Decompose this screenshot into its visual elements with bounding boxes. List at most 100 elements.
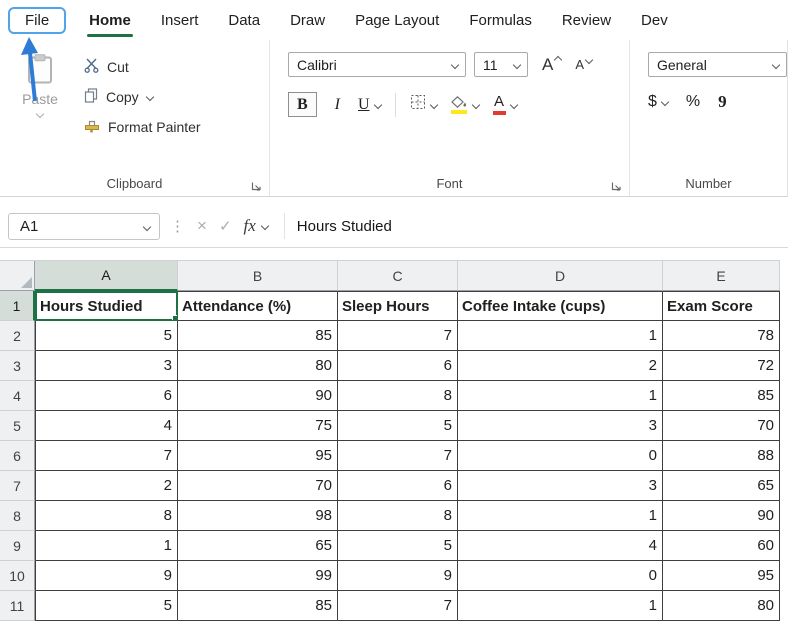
cell-D9[interactable]: 4 bbox=[458, 531, 663, 561]
row-header-11[interactable]: 11 bbox=[0, 591, 35, 621]
decrease-font-size-button[interactable]: A bbox=[575, 56, 592, 74]
cell-A9[interactable]: 1 bbox=[35, 531, 178, 561]
cell-D4[interactable]: 1 bbox=[458, 381, 663, 411]
cell-C4[interactable]: 8 bbox=[338, 381, 458, 411]
row-header-3[interactable]: 3 bbox=[0, 351, 35, 381]
cell-A3[interactable]: 3 bbox=[35, 351, 178, 381]
cell-B7[interactable]: 70 bbox=[178, 471, 338, 501]
cell-B3[interactable]: 80 bbox=[178, 351, 338, 381]
formula-bar-input[interactable]: Hours Studied bbox=[297, 218, 392, 235]
paste-dropdown-chevron-icon[interactable] bbox=[36, 110, 44, 118]
underline-button[interactable]: U bbox=[358, 96, 381, 114]
cell-D10[interactable]: 0 bbox=[458, 561, 663, 591]
comma-style-icon[interactable]: 9 bbox=[718, 92, 727, 112]
cell-D5[interactable]: 3 bbox=[458, 411, 663, 441]
cell-D3[interactable]: 2 bbox=[458, 351, 663, 381]
cell-A4[interactable]: 6 bbox=[35, 381, 178, 411]
cell-C11[interactable]: 7 bbox=[338, 591, 458, 621]
cell-E7[interactable]: 65 bbox=[663, 471, 780, 501]
tab-draw[interactable]: Draw bbox=[277, 7, 338, 34]
cell-A11[interactable]: 5 bbox=[35, 591, 178, 621]
cell-D2[interactable]: 1 bbox=[458, 321, 663, 351]
cell-C5[interactable]: 5 bbox=[338, 411, 458, 441]
cell-A5[interactable]: 4 bbox=[35, 411, 178, 441]
cell-E2[interactable]: 78 bbox=[663, 321, 780, 351]
cell-D7[interactable]: 3 bbox=[458, 471, 663, 501]
borders-button[interactable] bbox=[410, 94, 437, 115]
tab-home[interactable]: Home bbox=[76, 7, 144, 34]
cell-B8[interactable]: 98 bbox=[178, 501, 338, 531]
cell-B11[interactable]: 85 bbox=[178, 591, 338, 621]
tab-insert[interactable]: Insert bbox=[148, 7, 212, 34]
cell-A10[interactable]: 9 bbox=[35, 561, 178, 591]
increase-font-size-button[interactable]: A bbox=[542, 56, 561, 74]
number-format-combobox[interactable]: General bbox=[648, 52, 787, 77]
font-dialog-launcher[interactable] bbox=[611, 179, 623, 191]
cell-E1[interactable]: Exam Score bbox=[663, 291, 780, 321]
cell-E10[interactable]: 95 bbox=[663, 561, 780, 591]
cell-B5[interactable]: 75 bbox=[178, 411, 338, 441]
cell-C3[interactable]: 6 bbox=[338, 351, 458, 381]
bold-button[interactable]: B bbox=[288, 92, 317, 117]
cell-B6[interactable]: 95 bbox=[178, 441, 338, 471]
cell-B10[interactable]: 99 bbox=[178, 561, 338, 591]
row-header-8[interactable]: 8 bbox=[0, 501, 35, 531]
tab-review[interactable]: Review bbox=[549, 7, 624, 34]
cell-E3[interactable]: 72 bbox=[663, 351, 780, 381]
percent-style-button[interactable]: % bbox=[686, 93, 700, 111]
paste-button[interactable]: Paste bbox=[8, 48, 72, 136]
name-box[interactable]: A1 bbox=[8, 213, 160, 240]
tab-file[interactable]: File bbox=[8, 7, 66, 34]
cell-E5[interactable]: 70 bbox=[663, 411, 780, 441]
fill-color-button[interactable] bbox=[451, 96, 479, 114]
copy-dropdown-chevron-icon[interactable] bbox=[145, 93, 153, 101]
italic-button[interactable]: I bbox=[331, 96, 344, 114]
cell-C10[interactable]: 9 bbox=[338, 561, 458, 591]
cell-D8[interactable]: 1 bbox=[458, 501, 663, 531]
cell-A7[interactable]: 2 bbox=[35, 471, 178, 501]
row-header-4[interactable]: 4 bbox=[0, 381, 35, 411]
column-header-D[interactable]: D bbox=[458, 261, 663, 291]
cell-A6[interactable]: 7 bbox=[35, 441, 178, 471]
cell-B4[interactable]: 90 bbox=[178, 381, 338, 411]
cell-C9[interactable]: 5 bbox=[338, 531, 458, 561]
cell-D1[interactable]: Coffee Intake (cups) bbox=[458, 291, 663, 321]
tab-formulas[interactable]: Formulas bbox=[456, 7, 545, 34]
row-header-5[interactable]: 5 bbox=[0, 411, 35, 441]
tab-page-layout[interactable]: Page Layout bbox=[342, 7, 452, 34]
cell-C2[interactable]: 7 bbox=[338, 321, 458, 351]
cell-A8[interactable]: 8 bbox=[35, 501, 178, 531]
select-all-corner[interactable] bbox=[0, 261, 35, 291]
font-color-button[interactable]: A bbox=[493, 95, 517, 115]
cell-A1[interactable]: Hours Studied bbox=[35, 291, 178, 321]
tab-data[interactable]: Data bbox=[215, 7, 273, 34]
enter-icon[interactable]: ✓ bbox=[213, 217, 238, 235]
cell-C7[interactable]: 6 bbox=[338, 471, 458, 501]
cell-D11[interactable]: 1 bbox=[458, 591, 663, 621]
cell-C6[interactable]: 7 bbox=[338, 441, 458, 471]
row-header-10[interactable]: 10 bbox=[0, 561, 35, 591]
cell-C8[interactable]: 8 bbox=[338, 501, 458, 531]
row-header-2[interactable]: 2 bbox=[0, 321, 35, 351]
row-header-6[interactable]: 6 bbox=[0, 441, 35, 471]
cell-E11[interactable]: 80 bbox=[663, 591, 780, 621]
cell-A2[interactable]: 5 bbox=[35, 321, 178, 351]
column-header-C[interactable]: C bbox=[338, 261, 458, 291]
cell-E4[interactable]: 85 bbox=[663, 381, 780, 411]
cell-E6[interactable]: 88 bbox=[663, 441, 780, 471]
cell-B2[interactable]: 85 bbox=[178, 321, 338, 351]
row-header-7[interactable]: 7 bbox=[0, 471, 35, 501]
cut-button[interactable]: Cut bbox=[84, 58, 201, 76]
cell-B1[interactable]: Attendance (%) bbox=[178, 291, 338, 321]
cell-B9[interactable]: 65 bbox=[178, 531, 338, 561]
row-header-9[interactable]: 9 bbox=[0, 531, 35, 561]
insert-function-button[interactable]: fx bbox=[238, 216, 274, 236]
cell-E8[interactable]: 90 bbox=[663, 501, 780, 531]
cancel-icon[interactable]: × bbox=[191, 216, 213, 236]
cell-E9[interactable]: 60 bbox=[663, 531, 780, 561]
copy-button[interactable]: Copy bbox=[84, 88, 201, 106]
row-header-1[interactable]: 1 bbox=[0, 291, 35, 321]
cell-D6[interactable]: 0 bbox=[458, 441, 663, 471]
font-size-combobox[interactable]: 11 bbox=[474, 52, 528, 77]
accounting-format-button[interactable]: $ bbox=[648, 93, 668, 111]
